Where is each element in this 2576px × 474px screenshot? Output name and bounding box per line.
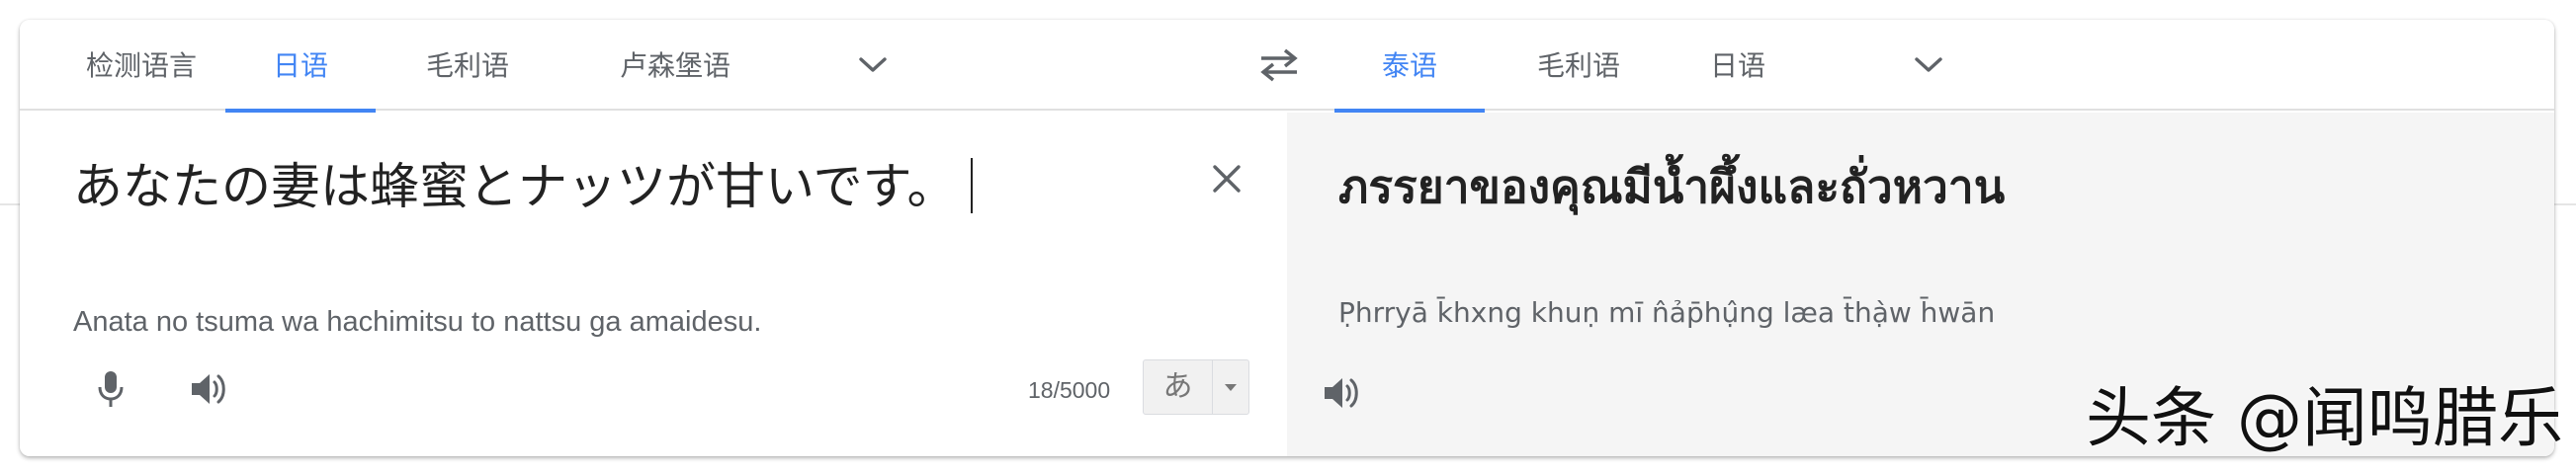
swap-languages-button[interactable]: [1255, 43, 1303, 87]
ime-dropdown[interactable]: [1213, 360, 1248, 414]
translation-romanization: P̣hrryā k̄hxng khuṇ mī n̂ảp̄hụ̂ng læa t̄…: [1338, 296, 1996, 329]
source-more-languages-button[interactable]: [840, 45, 905, 85]
source-tab-luxembourgish[interactable]: 卢森堡语: [591, 20, 759, 111]
language-bar: 检测语言 日语 毛利语 卢森堡语 泰语 毛利语 日语: [20, 20, 2554, 113]
target-tab-thai[interactable]: 泰语: [1334, 20, 1485, 113]
microphone-button[interactable]: [85, 363, 136, 415]
source-text-input[interactable]: あなたの妻は蜂蜜とナッツが甘いです。: [73, 154, 973, 219]
target-more-languages-button[interactable]: [1896, 45, 1961, 85]
input-method-button[interactable]: あ: [1143, 359, 1249, 415]
caret-down-icon: [1225, 384, 1237, 391]
source-tab-detect-language[interactable]: 检测语言: [65, 20, 217, 111]
source-tab-maori[interactable]: 毛利语: [413, 20, 522, 111]
source-text-value: あなたの妻は蜂蜜とナッツが甘いです。: [73, 158, 957, 215]
watermark: 头条 @闻鸣腊乐: [2086, 380, 2563, 456]
close-icon: [1213, 165, 1241, 193]
translation-text: ภรรยาของคุณมีน้ำผึ้งและถั่วหวาน: [1338, 160, 2006, 213]
speaker-icon: [1325, 378, 1358, 408]
source-tab-japanese[interactable]: 日语: [225, 20, 376, 113]
source-listen-button[interactable]: [184, 363, 235, 415]
chevron-down-icon: [859, 57, 887, 72]
target-listen-button[interactable]: [1317, 367, 1368, 419]
target-tab-japanese[interactable]: 日语: [1700, 20, 1775, 111]
target-tab-maori[interactable]: 毛利语: [1524, 20, 1633, 111]
microphone-icon: [98, 371, 124, 407]
text-caret: [970, 158, 973, 213]
source-transliteration: Anata no tsuma wa hachimitsu to nattsu g…: [73, 306, 762, 338]
speaker-icon: [192, 374, 225, 404]
source-panel: あなたの妻は蜂蜜とナッツが甘いです。 Anata no tsuma wa hac…: [20, 113, 1287, 456]
clear-text-button[interactable]: [1204, 156, 1249, 201]
ime-label: あ: [1144, 360, 1213, 414]
chevron-down-icon: [1915, 57, 1942, 72]
swap-icon: [1260, 48, 1298, 82]
character-count: 18/5000: [1028, 377, 1111, 403]
